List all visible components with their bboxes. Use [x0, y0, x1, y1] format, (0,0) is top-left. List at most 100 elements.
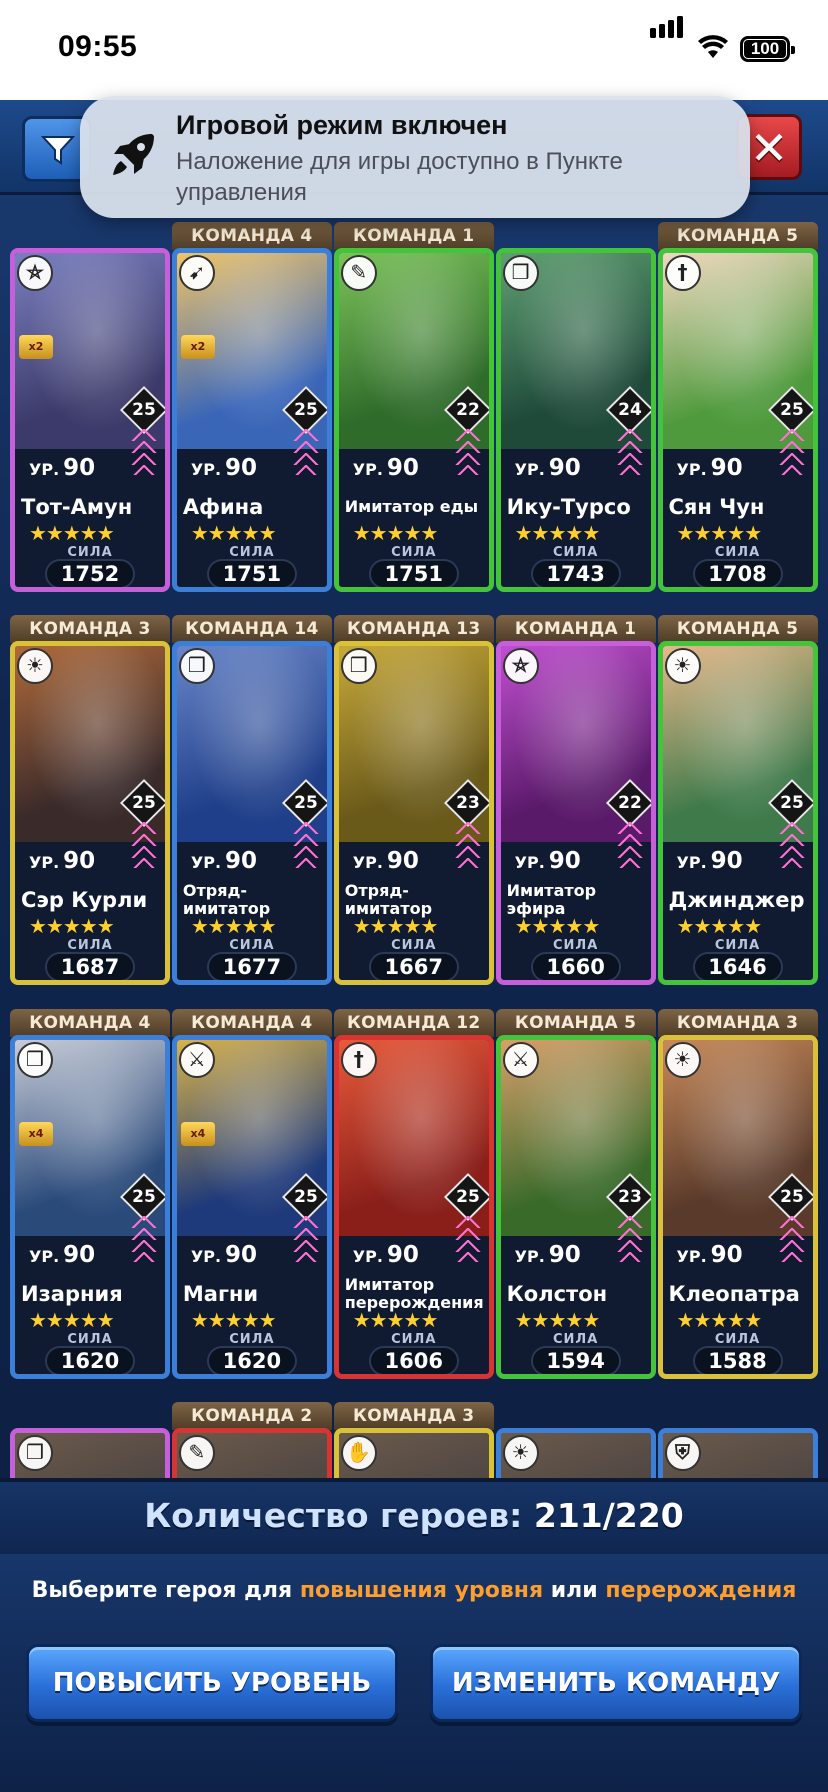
- hero-grid: ⛤ x2 25 УР. 90 Тот-Амун ★★★★★ СИЛА 1752 КОМАНДА 4…: [10, 222, 820, 1480]
- hero-card[interactable]: ☀: [495, 1427, 656, 1480]
- hero-level: УР. 90: [191, 848, 257, 874]
- hero-slot[interactable]: КОМАНДА 5 ☀ 25 УР. 90 Джинджер ★★★★★ СИЛА 1646: [657, 615, 818, 986]
- hero-card[interactable]: ☀ 25 УР. 90 Клеопатра ★★★★★ СИЛА 1588: [657, 1034, 818, 1379]
- hero-slot-partial[interactable]: ❒: [10, 1402, 170, 1480]
- hero-card[interactable]: ⛤ 22 УР. 90 Имитатор эфира ★★★★★ СИЛА 1660: [495, 641, 656, 986]
- multiplier-badge: x4: [180, 1121, 215, 1146]
- rank-chevrons-icon: [131, 1215, 157, 1262]
- star-rating: ★★★★★: [29, 1307, 115, 1332]
- star-rating: ★★★★★: [514, 914, 601, 939]
- level-value: 90: [225, 455, 258, 481]
- hero-card[interactable]: ⚔ 23 УР. 90 Колстон ★★★★★ СИЛА 1594: [495, 1034, 656, 1379]
- book-icon: ❒: [17, 1041, 53, 1078]
- wifi-icon: [698, 34, 728, 64]
- power-value: 1606: [368, 1345, 459, 1374]
- hint-or: или: [550, 1578, 598, 1603]
- hero-level: УР. 90: [353, 1242, 419, 1268]
- hero-card[interactable]: ➹ x2 25 УР. 90 Афина ★★★★★ СИЛА 1751: [171, 248, 332, 592]
- level-value: 90: [63, 1241, 96, 1268]
- hero-slot-partial[interactable]: КОМАНДА 3 ✋: [333, 1401, 494, 1480]
- power-value: 1751: [368, 559, 459, 587]
- hero-card[interactable]: ☀ 25 УР. 90 Сэр Курли ★★★★★ СИЛА 1687: [10, 641, 170, 986]
- hero-card[interactable]: ✎: [171, 1427, 332, 1480]
- star-level-value: 23: [617, 1186, 642, 1207]
- star-rating: ★★★★★: [352, 1307, 439, 1332]
- hero-slot[interactable]: КОМАНДА 4 ❒ x4 25 УР. 90 Изарния ★★★★★ СИЛА 1620: [10, 1008, 170, 1379]
- hero-slot[interactable]: КОМАНДА 4 ⚔ x4 25 УР. 90 Магни ★★★★★ СИЛА 1620: [171, 1008, 332, 1379]
- hero-slot[interactable]: КОМАНДА 1 ⛤ 22 УР. 90 Имитатор эфира ★★★★★ СИЛА…: [495, 615, 656, 986]
- star-rating: ★★★★★: [514, 521, 601, 545]
- hero-level: УР. 90: [353, 848, 419, 874]
- level-label: УР.: [676, 1246, 707, 1266]
- star-level-value: 25: [132, 400, 156, 420]
- hero-slot[interactable]: ❒ 24 УР. 90 Ику-Турсо ★★★★★ СИЛА 1743: [495, 222, 656, 592]
- star-rating: ★★★★★: [190, 1307, 277, 1332]
- hero-card[interactable]: ⛨: [657, 1427, 818, 1480]
- hero-slot[interactable]: КОМАНДА 13 ❒ 23 УР. 90 Отряд- имитатор ★★★★★ СИ…: [333, 615, 494, 986]
- hero-slot[interactable]: КОМАНДА 3 ☀ 25 УР. 90 Клеопатра ★★★★★ СИЛА 1588: [657, 1008, 818, 1379]
- power-label: СИЛА: [391, 545, 437, 560]
- level-label: УР.: [190, 460, 222, 479]
- star-level-value: 23: [455, 793, 480, 814]
- power-value: 1646: [692, 952, 783, 981]
- hero-slot-partial[interactable]: ⛨: [657, 1402, 818, 1480]
- power-label: СИЛА: [229, 545, 275, 560]
- dagger-icon: †: [340, 1041, 377, 1078]
- level-value: 90: [386, 1241, 419, 1268]
- team-tab: КОМАНДА 3: [333, 1401, 494, 1430]
- rank-chevrons-icon: [454, 822, 481, 869]
- level-up-button[interactable]: ПОВЫСИТЬ УРОВЕНЬ: [26, 1644, 398, 1722]
- hero-slot[interactable]: КОМАНДА 5 † 25 УР. 90 Сян Чун ★★★★★ СИЛА 1708: [657, 222, 818, 592]
- level-label: УР.: [29, 1246, 60, 1266]
- hero-level: УР. 90: [29, 1242, 95, 1268]
- star-level-value: 25: [132, 793, 156, 814]
- star-rating: ★★★★★: [29, 521, 115, 545]
- hero-slot-partial[interactable]: ☀: [495, 1402, 656, 1480]
- power-value: 1660: [530, 952, 621, 981]
- hero-slot[interactable]: КОМАНДА 1 ✎ 22 УР. 90 Имитатор еды ★★★★★ СИЛА 17…: [333, 222, 494, 592]
- hero-card[interactable]: ☀ 25 УР. 90 Джинджер ★★★★★ СИЛА 1646: [657, 641, 818, 986]
- hero-card[interactable]: ❒ 24 УР. 90 Ику-Турсо ★★★★★ СИЛА 1743: [495, 248, 656, 592]
- rank-chevrons-icon: [292, 822, 319, 869]
- star-level-value: 25: [779, 1186, 804, 1207]
- game-mode-notification[interactable]: Игровой режим включен Наложение для игры…: [80, 96, 750, 218]
- hero-card[interactable]: † 25 УР. 90 Имитатор перерождения ★★★★★ СИЛА 16…: [333, 1034, 494, 1379]
- power-label: СИЛА: [67, 545, 113, 560]
- level-label: УР.: [29, 853, 60, 873]
- level-value: 90: [548, 848, 581, 875]
- team-tab: КОМАНДА 4: [10, 1008, 170, 1037]
- star-level-value: 25: [294, 793, 318, 814]
- hero-slot[interactable]: КОМАНДА 3 ☀ 25 УР. 90 Сэр Курли ★★★★★ СИЛА 1687: [10, 615, 170, 986]
- power-value: 1620: [45, 1345, 135, 1374]
- hero-slot[interactable]: КОМАНДА 14 ❒ 25 УР. 90 Отряд- имитатор ★★★★★ СИ…: [171, 615, 332, 986]
- star-level-value: 24: [617, 400, 642, 420]
- level-value: 90: [710, 1241, 743, 1268]
- team-tab: КОМАНДА 5: [657, 615, 818, 644]
- notification-body: Наложение для игры доступно в Пункте упр…: [176, 148, 623, 206]
- star-rating: ★★★★★: [29, 914, 115, 939]
- level-value: 90: [710, 455, 743, 481]
- hero-card[interactable]: ❒ x4 25 УР. 90 Изарния ★★★★★ СИЛА 1620: [10, 1034, 170, 1379]
- team-tab: КОМАНДА 2: [171, 1401, 332, 1430]
- hero-card[interactable]: † 25 УР. 90 Сян Чун ★★★★★ СИЛА 1708: [657, 248, 818, 592]
- hero-card[interactable]: ❒: [10, 1427, 170, 1480]
- hero-card[interactable]: ✎ 22 УР. 90 Имитатор еды ★★★★★ СИЛА 1751: [333, 248, 494, 592]
- power-value: 1594: [530, 1345, 621, 1374]
- status-bar: 09:55 100: [0, 0, 828, 100]
- power-label: СИЛА: [552, 1331, 599, 1347]
- hero-card[interactable]: ⚔ x4 25 УР. 90 Магни ★★★★★ СИЛА 1620: [171, 1034, 332, 1379]
- hero-slot[interactable]: ⛤ x2 25 УР. 90 Тот-Амун ★★★★★ СИЛА 1752: [10, 222, 170, 592]
- hero-card[interactable]: ❒ 25 УР. 90 Отряд- имитатор ★★★★★ СИЛА 1677: [171, 641, 332, 986]
- hero-card[interactable]: ✋: [333, 1427, 494, 1480]
- team-tab: КОМАНДА 3: [657, 1008, 818, 1037]
- level-label: УР.: [29, 460, 60, 479]
- hero-slot-partial[interactable]: КОМАНДА 2 ✎: [171, 1401, 332, 1480]
- hero-slot[interactable]: КОМАНДА 4 ➹ x2 25 УР. 90 Афина ★★★★★ СИЛА 1751: [171, 222, 332, 592]
- hero-slot[interactable]: КОМАНДА 12 † 25 УР. 90 Имитатор перерождения ★…: [333, 1008, 494, 1379]
- change-team-button[interactable]: ИЗМЕНИТЬ КОМАНДУ: [430, 1644, 802, 1722]
- hero-card[interactable]: ⛤ x2 25 УР. 90 Тот-Амун ★★★★★ СИЛА 1752: [10, 248, 170, 592]
- hero-card[interactable]: ❒ 23 УР. 90 Отряд- имитатор ★★★★★ СИЛА 1667: [333, 641, 494, 986]
- star-rating: ★★★★★: [190, 521, 277, 545]
- level-value: 90: [386, 848, 419, 875]
- hero-slot[interactable]: КОМАНДА 5 ⚔ 23 УР. 90 Колстон ★★★★★ СИЛА 1594: [495, 1008, 656, 1379]
